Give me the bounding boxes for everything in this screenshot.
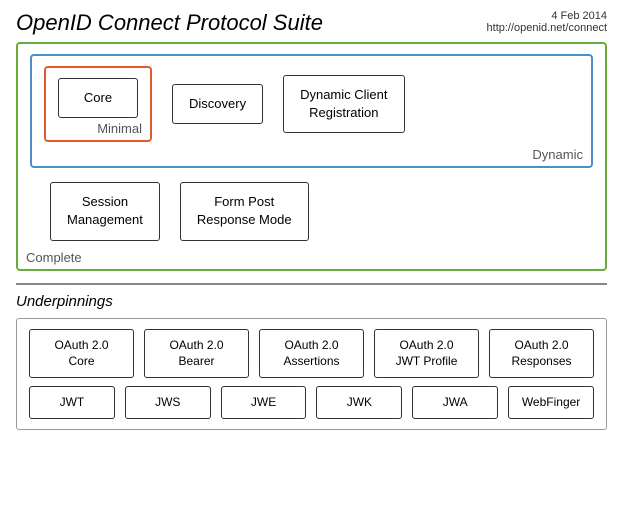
dynamic-row: Core Minimal Discovery Dynamic ClientReg… [44, 66, 579, 142]
underpinnings-section: Underpinnings OAuth 2.0Core OAuth 2.0Bea… [16, 283, 607, 430]
oauth-responses-card: OAuth 2.0Responses [489, 329, 594, 379]
minimal-box: Core Minimal [44, 66, 152, 142]
underpinnings-title: Underpinnings [16, 293, 607, 310]
session-mgmt-card: SessionManagement [50, 182, 160, 240]
dynamic-box: Core Minimal Discovery Dynamic ClientReg… [30, 54, 593, 168]
header-area: OpenID Connect Protocol Suite 4 Feb 2014… [16, 10, 607, 36]
jwt-card: JWT [29, 386, 115, 419]
complete-row: SessionManagement Form PostResponse Mode [50, 182, 593, 240]
underpinnings-row-1: OAuth 2.0Core OAuth 2.0Bearer OAuth 2.0A… [29, 329, 594, 379]
jws-card: JWS [125, 386, 211, 419]
webfinger-card: WebFinger [508, 386, 594, 419]
core-card: Core [58, 78, 138, 118]
underpinnings-row-2: JWT JWS JWE JWK JWA WebFinger [29, 386, 594, 419]
jwe-card: JWE [221, 386, 307, 419]
dynamic-label: Dynamic [532, 147, 583, 162]
jwa-card: JWA [412, 386, 498, 419]
complete-box: Core Minimal Discovery Dynamic ClientReg… [16, 42, 607, 271]
oauth-bearer-card: OAuth 2.0Bearer [144, 329, 249, 379]
underpinnings-box: OAuth 2.0Core OAuth 2.0Bearer OAuth 2.0A… [16, 318, 607, 430]
dynamic-client-reg-card: Dynamic ClientRegistration [283, 75, 404, 133]
page-title: OpenID Connect Protocol Suite [16, 10, 323, 36]
discovery-card: Discovery [172, 84, 263, 124]
complete-label: Complete [26, 250, 82, 265]
oauth-core-card: OAuth 2.0Core [29, 329, 134, 379]
oauth-assertions-card: OAuth 2.0Assertions [259, 329, 364, 379]
date-label: 4 Feb 2014 [487, 10, 607, 22]
jwk-card: JWK [316, 386, 402, 419]
oauth-jwt-profile-card: OAuth 2.0JWT Profile [374, 329, 479, 379]
minimal-label: Minimal [97, 121, 142, 136]
url-label: http://openid.net/connect [487, 22, 607, 34]
form-post-card: Form PostResponse Mode [180, 182, 309, 240]
